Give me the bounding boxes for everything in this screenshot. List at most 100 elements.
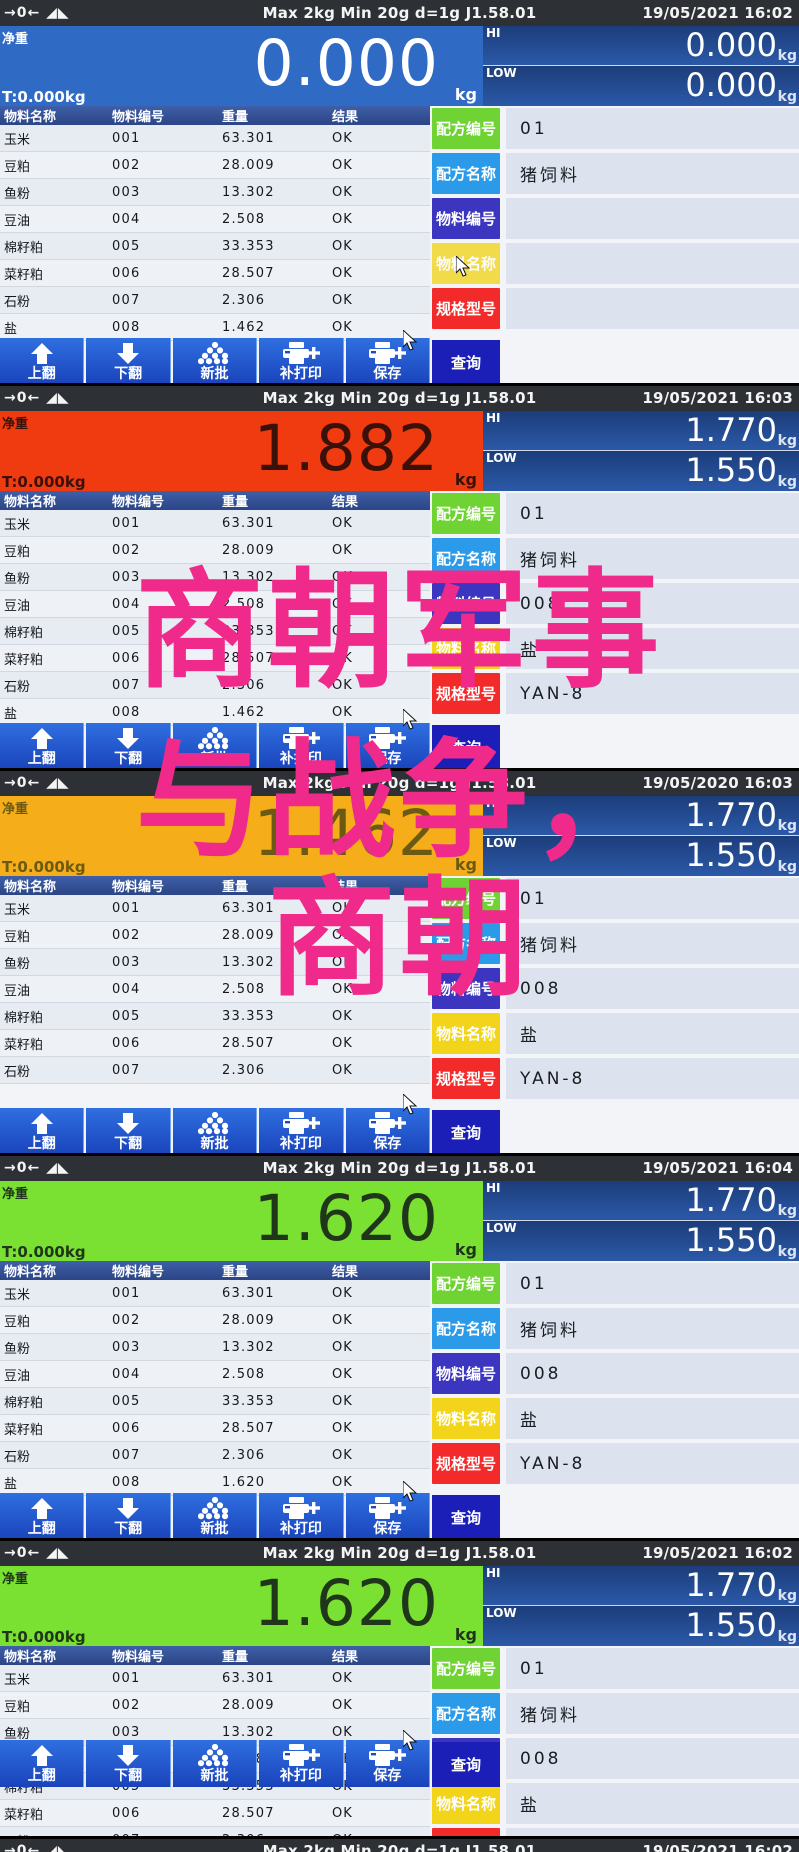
field-label-material-name[interactable]: 物料名称 (432, 1398, 500, 1439)
field-label-material-name[interactable]: 物料名称 (432, 628, 500, 669)
table-row[interactable]: 鱼粉 003 13.302 OK (0, 949, 430, 976)
field-value-recipe-no[interactable]: 01 (506, 878, 799, 919)
field-label-recipe-no[interactable]: 配方编号 (432, 1648, 500, 1689)
button-补打印[interactable]: 补打印 (259, 723, 344, 770)
table-row[interactable]: 棉籽粕 005 33.353 OK (0, 618, 430, 645)
table-row[interactable]: 鱼粉 003 13.302 OK (0, 1334, 430, 1361)
field-label-recipe-no[interactable]: 配方编号 (432, 108, 500, 149)
table-row[interactable]: 豆粕 002 28.009 OK (0, 922, 430, 949)
button-下翻[interactable]: 下翻 (86, 338, 171, 385)
table-row[interactable]: 菜籽粕 006 28.507 OK (0, 260, 430, 287)
table-row[interactable]: 石粉 007 2.306 OK (0, 1442, 430, 1469)
table-row[interactable]: 菜籽粕 006 28.507 OK (0, 645, 430, 672)
table-row[interactable]: 盐 008 1.620 OK (0, 1469, 430, 1496)
field-value-recipe-no[interactable]: 01 (506, 493, 799, 534)
table-row[interactable]: 盐 008 1.462 OK (0, 699, 430, 726)
button-下翻[interactable]: 下翻 (86, 723, 171, 770)
button-query[interactable]: 查询 (432, 1110, 500, 1155)
button-新批[interactable]: 新批 (172, 723, 258, 770)
table-row[interactable]: 玉米 001 63.301 OK (0, 895, 430, 922)
field-value-recipe-name[interactable]: 猪饲料 (506, 923, 799, 964)
button-下翻[interactable]: 下翻 (86, 1740, 171, 1787)
table-row[interactable]: 石粉 007 2.306 OK (0, 672, 430, 699)
table-row[interactable]: 菜籽粕 006 28.507 OK (0, 1415, 430, 1442)
field-value-recipe-name[interactable]: 猪饲料 (506, 538, 799, 579)
field-label-recipe-name[interactable]: 配方名称 (432, 1308, 500, 1349)
button-query[interactable]: 查询 (432, 1495, 500, 1540)
table-row[interactable]: 玉米 001 63.301 OK (0, 1665, 430, 1692)
button-新批[interactable]: 新批 (172, 1108, 258, 1155)
table-row[interactable]: 豆油 004 2.508 OK (0, 206, 430, 233)
button-保存[interactable]: 保存 (345, 1108, 431, 1155)
button-新批[interactable]: 新批 (172, 1740, 258, 1787)
field-label-material-name[interactable]: 物料名称 (432, 1013, 500, 1054)
button-上翻[interactable]: 上翻 (0, 1493, 85, 1540)
field-label-recipe-name[interactable]: 配方名称 (432, 153, 500, 194)
field-label-recipe-no[interactable]: 配方编号 (432, 493, 500, 534)
button-query[interactable]: 查询 (432, 340, 500, 385)
field-label-spec-model[interactable]: 规格型号 (432, 1058, 500, 1099)
table-row[interactable]: 玉米 001 63.301 OK (0, 125, 430, 152)
field-label-material-name[interactable]: 物料名称 (432, 243, 500, 284)
table-row[interactable]: 豆粕 002 28.009 OK (0, 537, 430, 564)
table-row[interactable]: 石粉 007 2.306 OK (0, 287, 430, 314)
field-value-spec-model[interactable]: YAN-8 (506, 673, 799, 714)
field-label-material-name[interactable]: 物料名称 (432, 1783, 500, 1824)
field-value-material-name[interactable] (506, 243, 799, 284)
table-row[interactable]: 豆油 004 2.508 OK (0, 1361, 430, 1388)
table-row[interactable]: 菜籽粕 006 28.507 OK (0, 1030, 430, 1057)
field-value-material-no[interactable]: 008 (506, 1353, 799, 1394)
field-label-recipe-name[interactable]: 配方名称 (432, 923, 500, 964)
table-row[interactable]: 豆粕 002 28.009 OK (0, 152, 430, 179)
button-补打印[interactable]: 补打印 (259, 1108, 344, 1155)
button-上翻[interactable]: 上翻 (0, 723, 85, 770)
field-value-material-name[interactable]: 盐 (506, 1783, 799, 1824)
button-上翻[interactable]: 上翻 (0, 1108, 85, 1155)
table-row[interactable]: 鱼粉 003 13.302 OK (0, 564, 430, 591)
field-value-material-no[interactable]: 008 (506, 968, 799, 1009)
table-row[interactable]: 石粉 007 2.306 OK (0, 1057, 430, 1084)
button-补打印[interactable]: 补打印 (259, 1740, 344, 1787)
field-value-recipe-no[interactable]: 01 (506, 108, 799, 149)
field-label-recipe-no[interactable]: 配方编号 (432, 878, 500, 919)
field-value-material-no[interactable]: 008 (506, 583, 799, 624)
field-label-spec-model[interactable]: 规格型号 (432, 673, 500, 714)
field-label-material-no[interactable]: 物料编号 (432, 968, 500, 1009)
field-label-recipe-name[interactable]: 配方名称 (432, 1693, 500, 1734)
table-row[interactable]: 玉米 001 63.301 OK (0, 1280, 430, 1307)
button-新批[interactable]: 新批 (172, 1493, 258, 1540)
button-上翻[interactable]: 上翻 (0, 1740, 85, 1787)
table-row[interactable]: 盐 008 1.462 OK (0, 314, 430, 341)
button-下翻[interactable]: 下翻 (86, 1493, 171, 1540)
field-value-material-no[interactable]: 008 (506, 1738, 799, 1779)
table-row[interactable]: 豆油 004 2.508 OK (0, 591, 430, 618)
table-row[interactable]: 棉籽粕 005 33.353 OK (0, 233, 430, 260)
field-value-material-name[interactable]: 盐 (506, 628, 799, 669)
button-保存[interactable]: 保存 (345, 338, 431, 385)
table-row[interactable]: 棉籽粕 005 33.353 OK (0, 1388, 430, 1415)
field-value-spec-model[interactable] (506, 288, 799, 329)
field-value-material-name[interactable]: 盐 (506, 1398, 799, 1439)
field-value-recipe-no[interactable]: 01 (506, 1263, 799, 1304)
button-上翻[interactable]: 上翻 (0, 338, 85, 385)
button-保存[interactable]: 保存 (345, 1740, 431, 1787)
button-下翻[interactable]: 下翻 (86, 1108, 171, 1155)
table-row[interactable]: 鱼粉 003 13.302 OK (0, 179, 430, 206)
table-row[interactable]: 棉籽粕 005 33.353 OK (0, 1003, 430, 1030)
field-value-recipe-name[interactable]: 猪饲料 (506, 153, 799, 194)
button-保存[interactable]: 保存 (345, 1493, 431, 1540)
button-query[interactable]: 查询 (432, 725, 500, 770)
field-label-spec-model[interactable]: 规格型号 (432, 288, 500, 329)
field-label-spec-model[interactable]: 规格型号 (432, 1443, 500, 1484)
field-value-recipe-name[interactable]: 猪饲料 (506, 1693, 799, 1734)
table-row[interactable]: 玉米 001 63.301 OK (0, 510, 430, 537)
field-label-material-no[interactable]: 物料编号 (432, 583, 500, 624)
field-value-material-name[interactable]: 盐 (506, 1013, 799, 1054)
field-value-spec-model[interactable]: YAN-8 (506, 1058, 799, 1099)
field-value-spec-model[interactable]: YAN-8 (506, 1443, 799, 1484)
table-row[interactable]: 豆油 004 2.508 OK (0, 976, 430, 1003)
field-value-recipe-name[interactable]: 猪饲料 (506, 1308, 799, 1349)
button-新批[interactable]: 新批 (172, 338, 258, 385)
table-row[interactable]: 豆粕 002 28.009 OK (0, 1307, 430, 1334)
field-label-recipe-name[interactable]: 配方名称 (432, 538, 500, 579)
